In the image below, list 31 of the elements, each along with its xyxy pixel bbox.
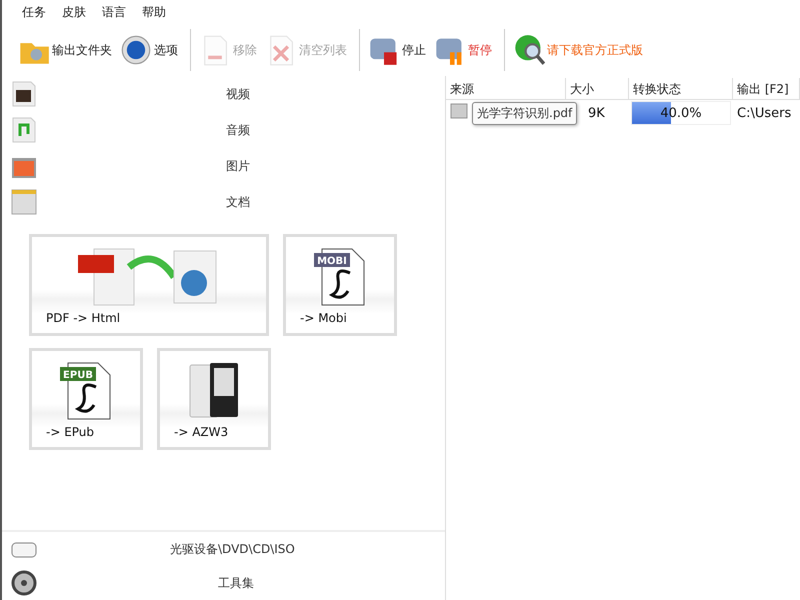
menu-item[interactable]: 语言 bbox=[102, 4, 126, 24]
category-item[interactable]: 文档 bbox=[226, 194, 250, 210]
column-header[interactable]: 转换状态 bbox=[629, 78, 733, 100]
menu-item[interactable]: 任务 bbox=[22, 4, 46, 24]
output-cell-text: C:\Users bbox=[736, 106, 792, 120]
toolbar-button[interactable]: 选项 bbox=[120, 34, 182, 66]
menu-item[interactable]: 帮助 bbox=[142, 4, 166, 24]
tile-label: -> Mobi bbox=[300, 311, 347, 325]
tile-label: PDF -> Html bbox=[46, 311, 120, 325]
tooltip: 光学字符识别.pdf bbox=[472, 102, 578, 125]
document-icon bbox=[10, 188, 38, 216]
globe-icon bbox=[513, 34, 545, 66]
tile-label: -> AZW3 bbox=[174, 425, 228, 439]
category-item[interactable]: 工具集 bbox=[218, 574, 254, 592]
column-header[interactable]: 输出 [F2] bbox=[733, 78, 800, 100]
category-item[interactable]: 图片 bbox=[226, 158, 250, 174]
toolbar-button[interactable]: 输出文件夹 bbox=[18, 34, 116, 66]
category-item[interactable]: 视频 bbox=[226, 86, 250, 102]
file-icon bbox=[450, 103, 468, 119]
toolbar-button[interactable]: 停止 bbox=[368, 34, 430, 66]
converter-tile[interactable]: -> AZW3 bbox=[157, 348, 271, 450]
toolbar-button[interactable]: 暂停 bbox=[434, 34, 496, 66]
column-header[interactable]: 大小 bbox=[566, 78, 629, 100]
tile-label: -> EPub bbox=[46, 425, 94, 439]
menu-item[interactable]: 皮肤 bbox=[62, 4, 86, 24]
category-item[interactable]: 光驱设备\DVD\CD\ISO bbox=[170, 540, 295, 558]
converter-tile[interactable]: EPUB -> EPub bbox=[29, 348, 143, 450]
converter-tile[interactable]: MOBI -> Mobi bbox=[283, 234, 397, 336]
column-header[interactable]: 来源 bbox=[446, 78, 566, 100]
category-item[interactable]: 音频 bbox=[226, 122, 250, 138]
converter-tile[interactable]: PDF -> Html bbox=[29, 234, 269, 336]
